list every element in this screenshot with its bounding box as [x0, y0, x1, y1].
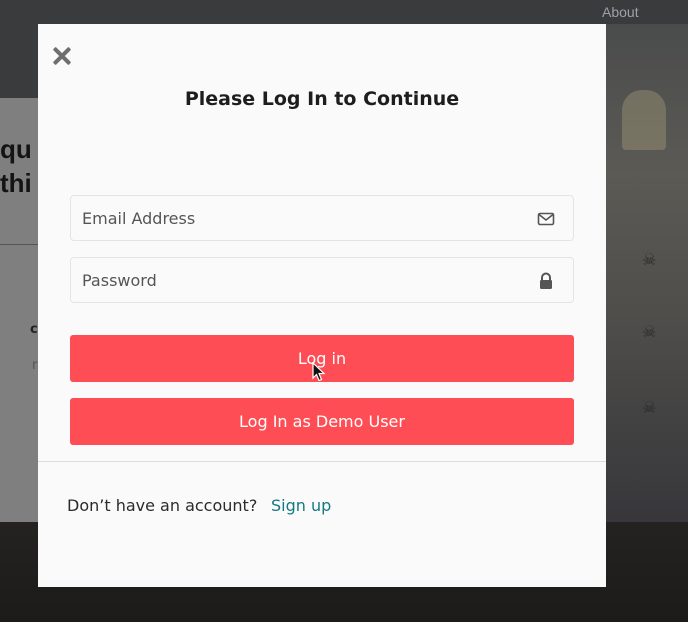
mouse-cursor-icon — [312, 362, 326, 382]
nav-about-link[interactable]: About — [602, 4, 639, 20]
password-field[interactable] — [71, 258, 573, 302]
lighthouse-lamp — [622, 90, 666, 150]
lock-icon — [540, 272, 552, 289]
email-field[interactable] — [71, 196, 573, 240]
background-divider — [0, 244, 40, 245]
login-modal: Please Log In to Continue Log in Log In … — [38, 24, 606, 587]
demo-login-button[interactable]: Log In as Demo User — [70, 398, 574, 445]
background-text: r — [32, 358, 38, 373]
background-heading-line2: thi — [0, 168, 32, 198]
close-icon[interactable] — [52, 46, 72, 66]
skull-icon: ☠ — [642, 250, 657, 269]
signup-prompt: Don’t have an account? — [67, 496, 258, 515]
envelope-icon — [537, 212, 555, 226]
modal-title: Please Log In to Continue — [184, 88, 460, 110]
modal-footer-divider — [38, 461, 606, 462]
signup-link[interactable]: Sign up — [271, 496, 331, 515]
email-field-container — [70, 195, 574, 241]
background-text: c — [30, 322, 38, 337]
skull-icon: ☠ — [642, 322, 657, 341]
background-heading: qu thi — [0, 132, 32, 200]
skull-icon: ☠ — [642, 398, 657, 417]
background-heading-line1: qu — [0, 134, 32, 164]
password-field-container — [70, 257, 574, 303]
